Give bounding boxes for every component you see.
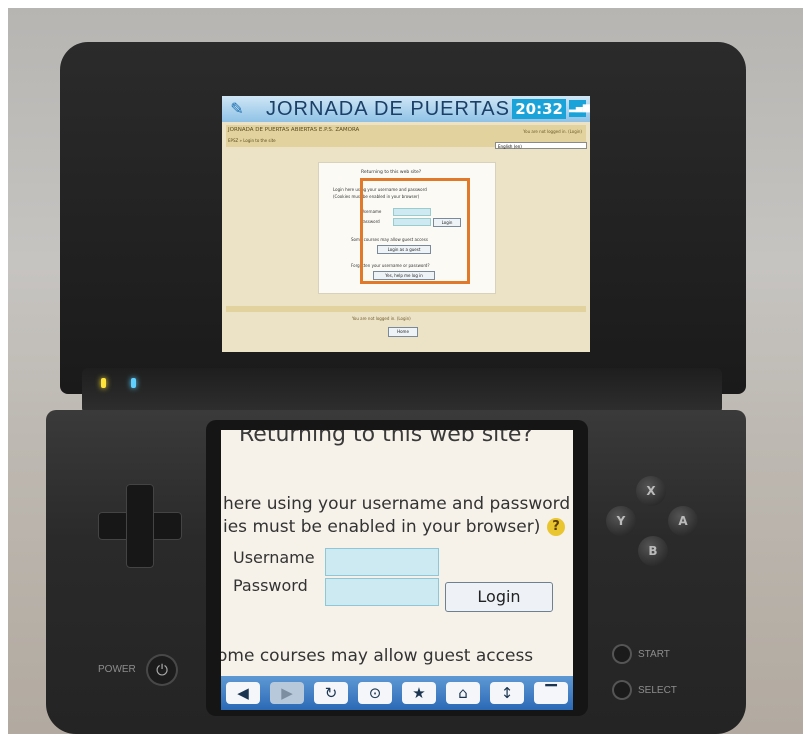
login-heading: Returning to this web site? (239, 430, 534, 447)
menu-icon[interactable]: ▔ (534, 682, 568, 704)
select-label: SELECT (638, 685, 677, 696)
binoculars-icon[interactable]: ⊙ (358, 682, 392, 704)
breadcrumb[interactable]: EPSZ » Login to the site (228, 138, 276, 143)
back-icon[interactable]: ◀ (226, 682, 260, 704)
touch-screen[interactable]: Returning to this web site? here using y… (221, 430, 573, 710)
star-icon[interactable]: ★ (402, 682, 436, 704)
clock: 20:32 (512, 99, 566, 119)
password-label: Password (233, 576, 308, 595)
web-page: JORNADA DE PUERTAS ABIERTAS E.P.S. ZAMOR… (222, 122, 590, 352)
home-icon[interactable]: ⌂ (446, 682, 480, 704)
a-button[interactable]: A (668, 506, 698, 536)
scroll-icon[interactable]: ↕ (490, 682, 524, 704)
wireless-led (131, 378, 136, 388)
login-button[interactable]: Login (445, 582, 553, 612)
site-name: JORNADA DE PUERTAS ABIERTAS E.P.S. ZAMOR… (228, 127, 360, 133)
login-heading: Returning to this web site? (361, 170, 422, 175)
power-label: POWER (98, 664, 136, 675)
home-button[interactable]: Home (388, 327, 418, 337)
dpad-vertical[interactable] (126, 484, 154, 568)
help-icon[interactable]: ? (547, 518, 565, 536)
charge-led (101, 378, 106, 388)
power-button[interactable]: ⏻ (148, 656, 176, 684)
username-field[interactable] (325, 548, 439, 576)
login-instructions: here using your username and password (223, 494, 571, 514)
footer-login-status[interactable]: You are not logged in. (Login) (352, 316, 411, 321)
dpad[interactable] (98, 484, 182, 568)
x-button[interactable]: X (636, 476, 666, 506)
password-field[interactable] (325, 578, 439, 606)
top-screen: ✎ JORNADA DE PUERTAS AI 20:32 ▂▄▆ JORNAD… (222, 96, 590, 352)
browser-toolbar: ◀ ▶ ↻ ⊙ ★ ⌂ ↕ ▔ (221, 676, 573, 710)
console-hinge (82, 368, 722, 414)
reload-icon[interactable]: ↻ (314, 682, 348, 704)
y-button[interactable]: Y (606, 506, 636, 536)
guest-access-text: ome courses may allow guest access (221, 646, 534, 666)
page-title: JORNADA DE PUERTAS AI (266, 97, 537, 120)
footer-bar (226, 306, 586, 312)
start-label: START (638, 649, 670, 660)
language-select[interactable]: English (en) (495, 142, 587, 149)
username-label: Username (233, 548, 315, 567)
select-button[interactable] (614, 682, 630, 698)
browser-logo-icon: ✎ (230, 99, 244, 118)
zoom-highlight-frame[interactable] (360, 178, 470, 284)
login-status[interactable]: You are not logged in. (Login) (523, 129, 582, 134)
forward-icon[interactable]: ▶ (270, 682, 304, 704)
power-icon: ⏻ (156, 661, 168, 679)
start-button[interactable] (614, 646, 630, 662)
b-button[interactable]: B (638, 536, 668, 566)
cookies-note: ies must be enabled in your browser) (223, 517, 541, 537)
signal-icon: ▂▄▆ (569, 100, 590, 117)
